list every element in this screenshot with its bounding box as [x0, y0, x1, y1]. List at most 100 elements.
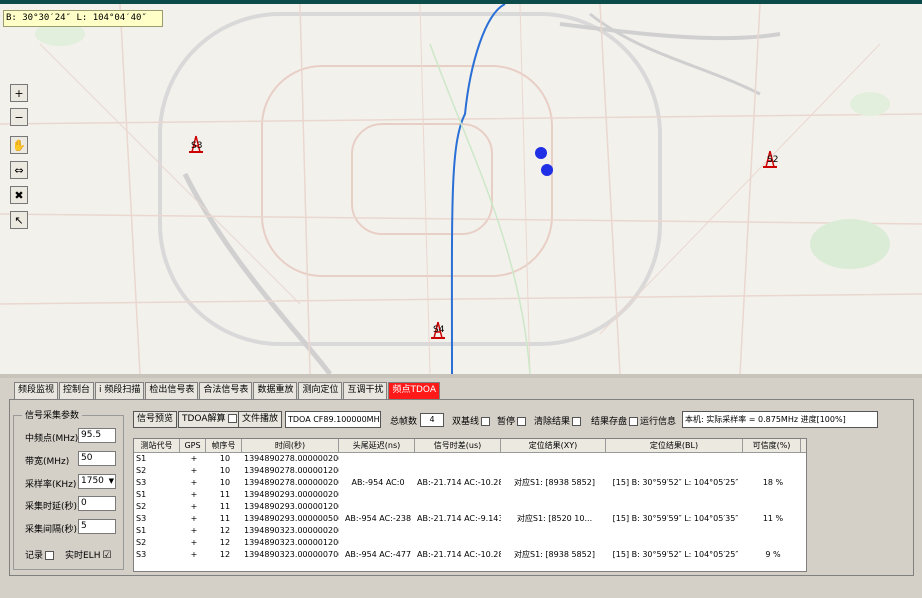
- table-cell: [339, 465, 415, 477]
- splitter[interactable]: [0, 374, 922, 378]
- pause-checkbox[interactable]: 暂停: [497, 414, 527, 427]
- table-row[interactable]: S2 +10 1394890278.000001200: [134, 465, 806, 477]
- clear-results-checkbox[interactable]: 清除结果: [534, 414, 582, 427]
- table-cell: [501, 501, 606, 513]
- tab-detected-signals[interactable]: 检出信号表: [145, 382, 199, 399]
- sample-rate-select[interactable]: 1750 ▼: [78, 474, 116, 489]
- tab-data-replay[interactable]: 数据重放: [253, 382, 298, 399]
- chevron-down-icon[interactable]: ▼: [109, 475, 114, 488]
- center-freq-label: 中频点(MHz): [25, 434, 79, 444]
- tab-tdoa[interactable]: 频点TDOA: [388, 382, 440, 399]
- table-cell: 11 %: [762, 514, 784, 523]
- select-pointer-icon[interactable]: ↖: [10, 211, 28, 229]
- pan-hand-icon[interactable]: ✋: [10, 136, 28, 154]
- col-header[interactable]: 帧序号: [206, 439, 242, 453]
- tab-intermod[interactable]: 互调干扰: [343, 382, 388, 399]
- table-row[interactable]: S3 +11 1394890293.000000500 AB:-954 AC:-238…: [134, 513, 806, 525]
- col-header[interactable]: 定位结果(XY): [501, 439, 606, 453]
- table-row[interactable]: S3 +10 1394890278.000000200 AB:-954 AC:0 AB:…: [134, 477, 806, 489]
- tdoa-results-table[interactable]: 测站代号 GPS 帧序号 时间(秒) 头尾延迟(ns) 信号时差(us) 定位结…: [133, 438, 807, 572]
- tab-legal-signals[interactable]: 合法信号表: [199, 382, 253, 399]
- table-cell: [339, 489, 415, 501]
- clear-results-box[interactable]: [572, 417, 582, 426]
- signal-preview-button[interactable]: 信号预览: [133, 411, 178, 428]
- pause-box[interactable]: [517, 417, 527, 426]
- table-row[interactable]: S1 +11 1394890293.000000200: [134, 489, 806, 501]
- table-cell: 1394890278.000000200: [244, 454, 339, 463]
- tab-band-scan[interactable]: i 频段扫描: [95, 382, 145, 399]
- map-roads: [0, 4, 922, 374]
- dual-baseline-box[interactable]: [481, 417, 491, 426]
- bandwidth-input[interactable]: 50: [78, 451, 116, 466]
- table-cell: [501, 489, 606, 501]
- collect-interval-input[interactable]: 5: [78, 519, 116, 534]
- sample-rate-label: 采样率(KHz): [25, 480, 77, 490]
- save-results-box[interactable]: [629, 417, 639, 426]
- table-cell: +: [190, 526, 198, 535]
- table-cell: [501, 537, 606, 549]
- tdoa-decode-checkbox[interactable]: [227, 414, 237, 423]
- target-location-dot[interactable]: [541, 164, 553, 176]
- table-cell: +: [190, 514, 198, 523]
- total-frames-value: 4: [420, 413, 444, 427]
- table-cell: AB:-954 AC:0: [351, 478, 405, 487]
- col-header[interactable]: 时间(秒): [242, 439, 339, 453]
- table-cell: +: [190, 454, 198, 463]
- full-extent-icon[interactable]: ⇔: [10, 161, 28, 179]
- coordinate-readout: B: 30°30′24″ L: 104°04′40″: [3, 10, 163, 27]
- table-cell: [606, 525, 743, 537]
- table-cell: [415, 489, 501, 501]
- col-header[interactable]: 定位结果(BL): [606, 439, 743, 453]
- table-cell: [339, 501, 415, 513]
- table-cell: [501, 525, 606, 537]
- table-cell: [339, 453, 415, 465]
- table-cell: [15] B: 30°59′59″ L: 104°05′35″: [612, 514, 739, 523]
- col-header[interactable]: 可信度(%): [743, 439, 801, 453]
- table-cell: S2: [136, 502, 147, 511]
- table-cell: 11: [219, 502, 231, 511]
- table-cell: 11: [219, 490, 231, 499]
- table-cell: AB:-954 AC:-477: [344, 550, 412, 559]
- zoom-in-icon[interactable]: +: [10, 84, 28, 102]
- table-cell: 1394890323.000001200: [244, 538, 339, 547]
- table-row[interactable]: S1 +10 1394890278.000000200: [134, 453, 806, 465]
- tdoa-decode-button[interactable]: TDOA解算: [178, 411, 241, 428]
- target-location-dot[interactable]: [535, 147, 547, 159]
- save-results-checkbox[interactable]: 结果存盘: [591, 414, 639, 427]
- col-header[interactable]: 头尾延迟(ns): [339, 439, 415, 453]
- center-freq-input[interactable]: 95.5: [78, 428, 116, 443]
- tab-direction-finding[interactable]: 测向定位: [298, 382, 343, 399]
- file-playback-button[interactable]: 文件播放: [238, 411, 283, 428]
- tab-band-monitor[interactable]: 频段监视: [14, 382, 59, 399]
- table-cell: [415, 537, 501, 549]
- collect-time-input[interactable]: 0: [78, 496, 116, 511]
- table-cell: 1394890293.000000500: [244, 514, 339, 523]
- realtime-checkbox[interactable]: ☑: [102, 550, 111, 561]
- table-cell: [415, 465, 501, 477]
- clear-icon[interactable]: ✖: [10, 186, 28, 204]
- tab-console[interactable]: 控制台: [59, 382, 95, 399]
- table-cell: [743, 489, 801, 501]
- table-row[interactable]: S2 +11 1394890293.000001200: [134, 501, 806, 513]
- table-row[interactable]: S3 +12 1394890323.000000700 AB:-954 AC:-477…: [134, 549, 806, 561]
- table-cell: 1394890293.000000200: [244, 490, 339, 499]
- record-checkbox-label[interactable]: 记录: [25, 548, 55, 561]
- dual-baseline-checkbox[interactable]: 双基线: [452, 414, 491, 427]
- table-cell: S2: [136, 466, 147, 475]
- col-header[interactable]: GPS: [180, 439, 206, 453]
- realtime-checkbox-label[interactable]: 实时ELH ☑: [65, 548, 111, 561]
- col-header[interactable]: 信号时差(us): [415, 439, 501, 453]
- table-row[interactable]: S1 +12 1394890323.000000200: [134, 525, 806, 537]
- table-cell: [501, 453, 606, 465]
- table-cell: 1394890293.000001200: [244, 502, 339, 511]
- table-cell: 10: [219, 454, 231, 463]
- col-header[interactable]: 测站代号: [134, 439, 180, 453]
- table-header: 测站代号 GPS 帧序号 时间(秒) 头尾延迟(ns) 信号时差(us) 定位结…: [134, 439, 806, 453]
- station-label: S3: [191, 141, 203, 151]
- table-cell: +: [190, 490, 198, 499]
- table-row[interactable]: S2 +12 1394890323.000001200: [134, 537, 806, 549]
- map-view[interactable]: B: 30°30′24″ L: 104°04′40″ + − ✋ ⇔ ✖ ↖ S…: [0, 4, 922, 374]
- bandwidth-label: 带宽(MHz): [25, 457, 70, 467]
- zoom-out-icon[interactable]: −: [10, 108, 28, 126]
- record-checkbox[interactable]: [45, 551, 55, 560]
